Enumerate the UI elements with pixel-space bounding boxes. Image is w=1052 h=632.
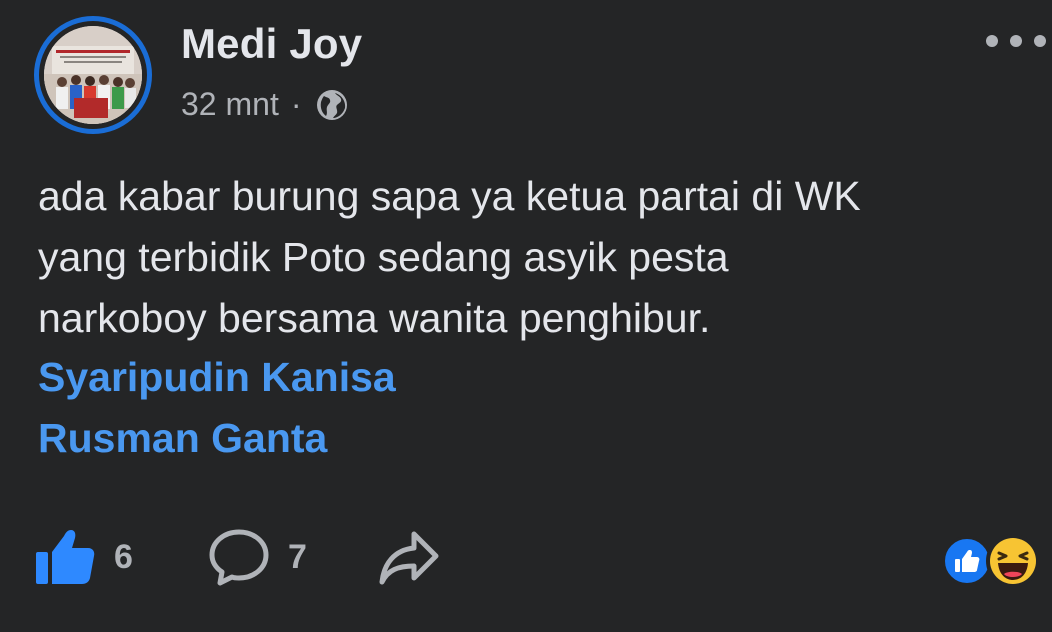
avatar-photo [44, 26, 142, 124]
like-count: 6 [114, 537, 133, 576]
globe-icon[interactable] [315, 88, 349, 122]
facebook-post: Medi Joy 32 mnt · ada kabar burung sapa … [0, 0, 1052, 632]
share-arrow-icon [379, 531, 439, 585]
thumbs-up-icon [36, 530, 95, 584]
mention-link[interactable]: Rusman Ganta [38, 415, 327, 462]
more-dot-icon [1034, 35, 1046, 47]
comment-bubble-icon [209, 529, 269, 586]
haha-reaction-icon [986, 534, 1040, 588]
post-meta: 32 mnt · [181, 86, 349, 123]
post-timestamp[interactable]: 32 mnt [181, 86, 279, 123]
like-reaction-icon [942, 536, 992, 586]
comment-count: 7 [288, 537, 307, 576]
group-photo-image [44, 26, 142, 124]
share-button[interactable] [378, 528, 440, 586]
like-button[interactable]: 6 [34, 528, 133, 586]
more-dot-icon [986, 35, 998, 47]
meta-separator: · [290, 86, 302, 122]
reaction-summary[interactable] [942, 534, 1042, 588]
more-options-button[interactable] [986, 28, 1046, 54]
profile-avatar[interactable] [34, 16, 152, 134]
comment-button[interactable]: 7 [208, 528, 307, 586]
mention-link[interactable]: Syaripudin Kanisa [38, 354, 396, 401]
author-name[interactable]: Medi Joy [181, 20, 362, 68]
more-dot-icon [1010, 35, 1022, 47]
post-body-text: ada kabar burung sapa ya ketua partai di… [38, 173, 861, 341]
